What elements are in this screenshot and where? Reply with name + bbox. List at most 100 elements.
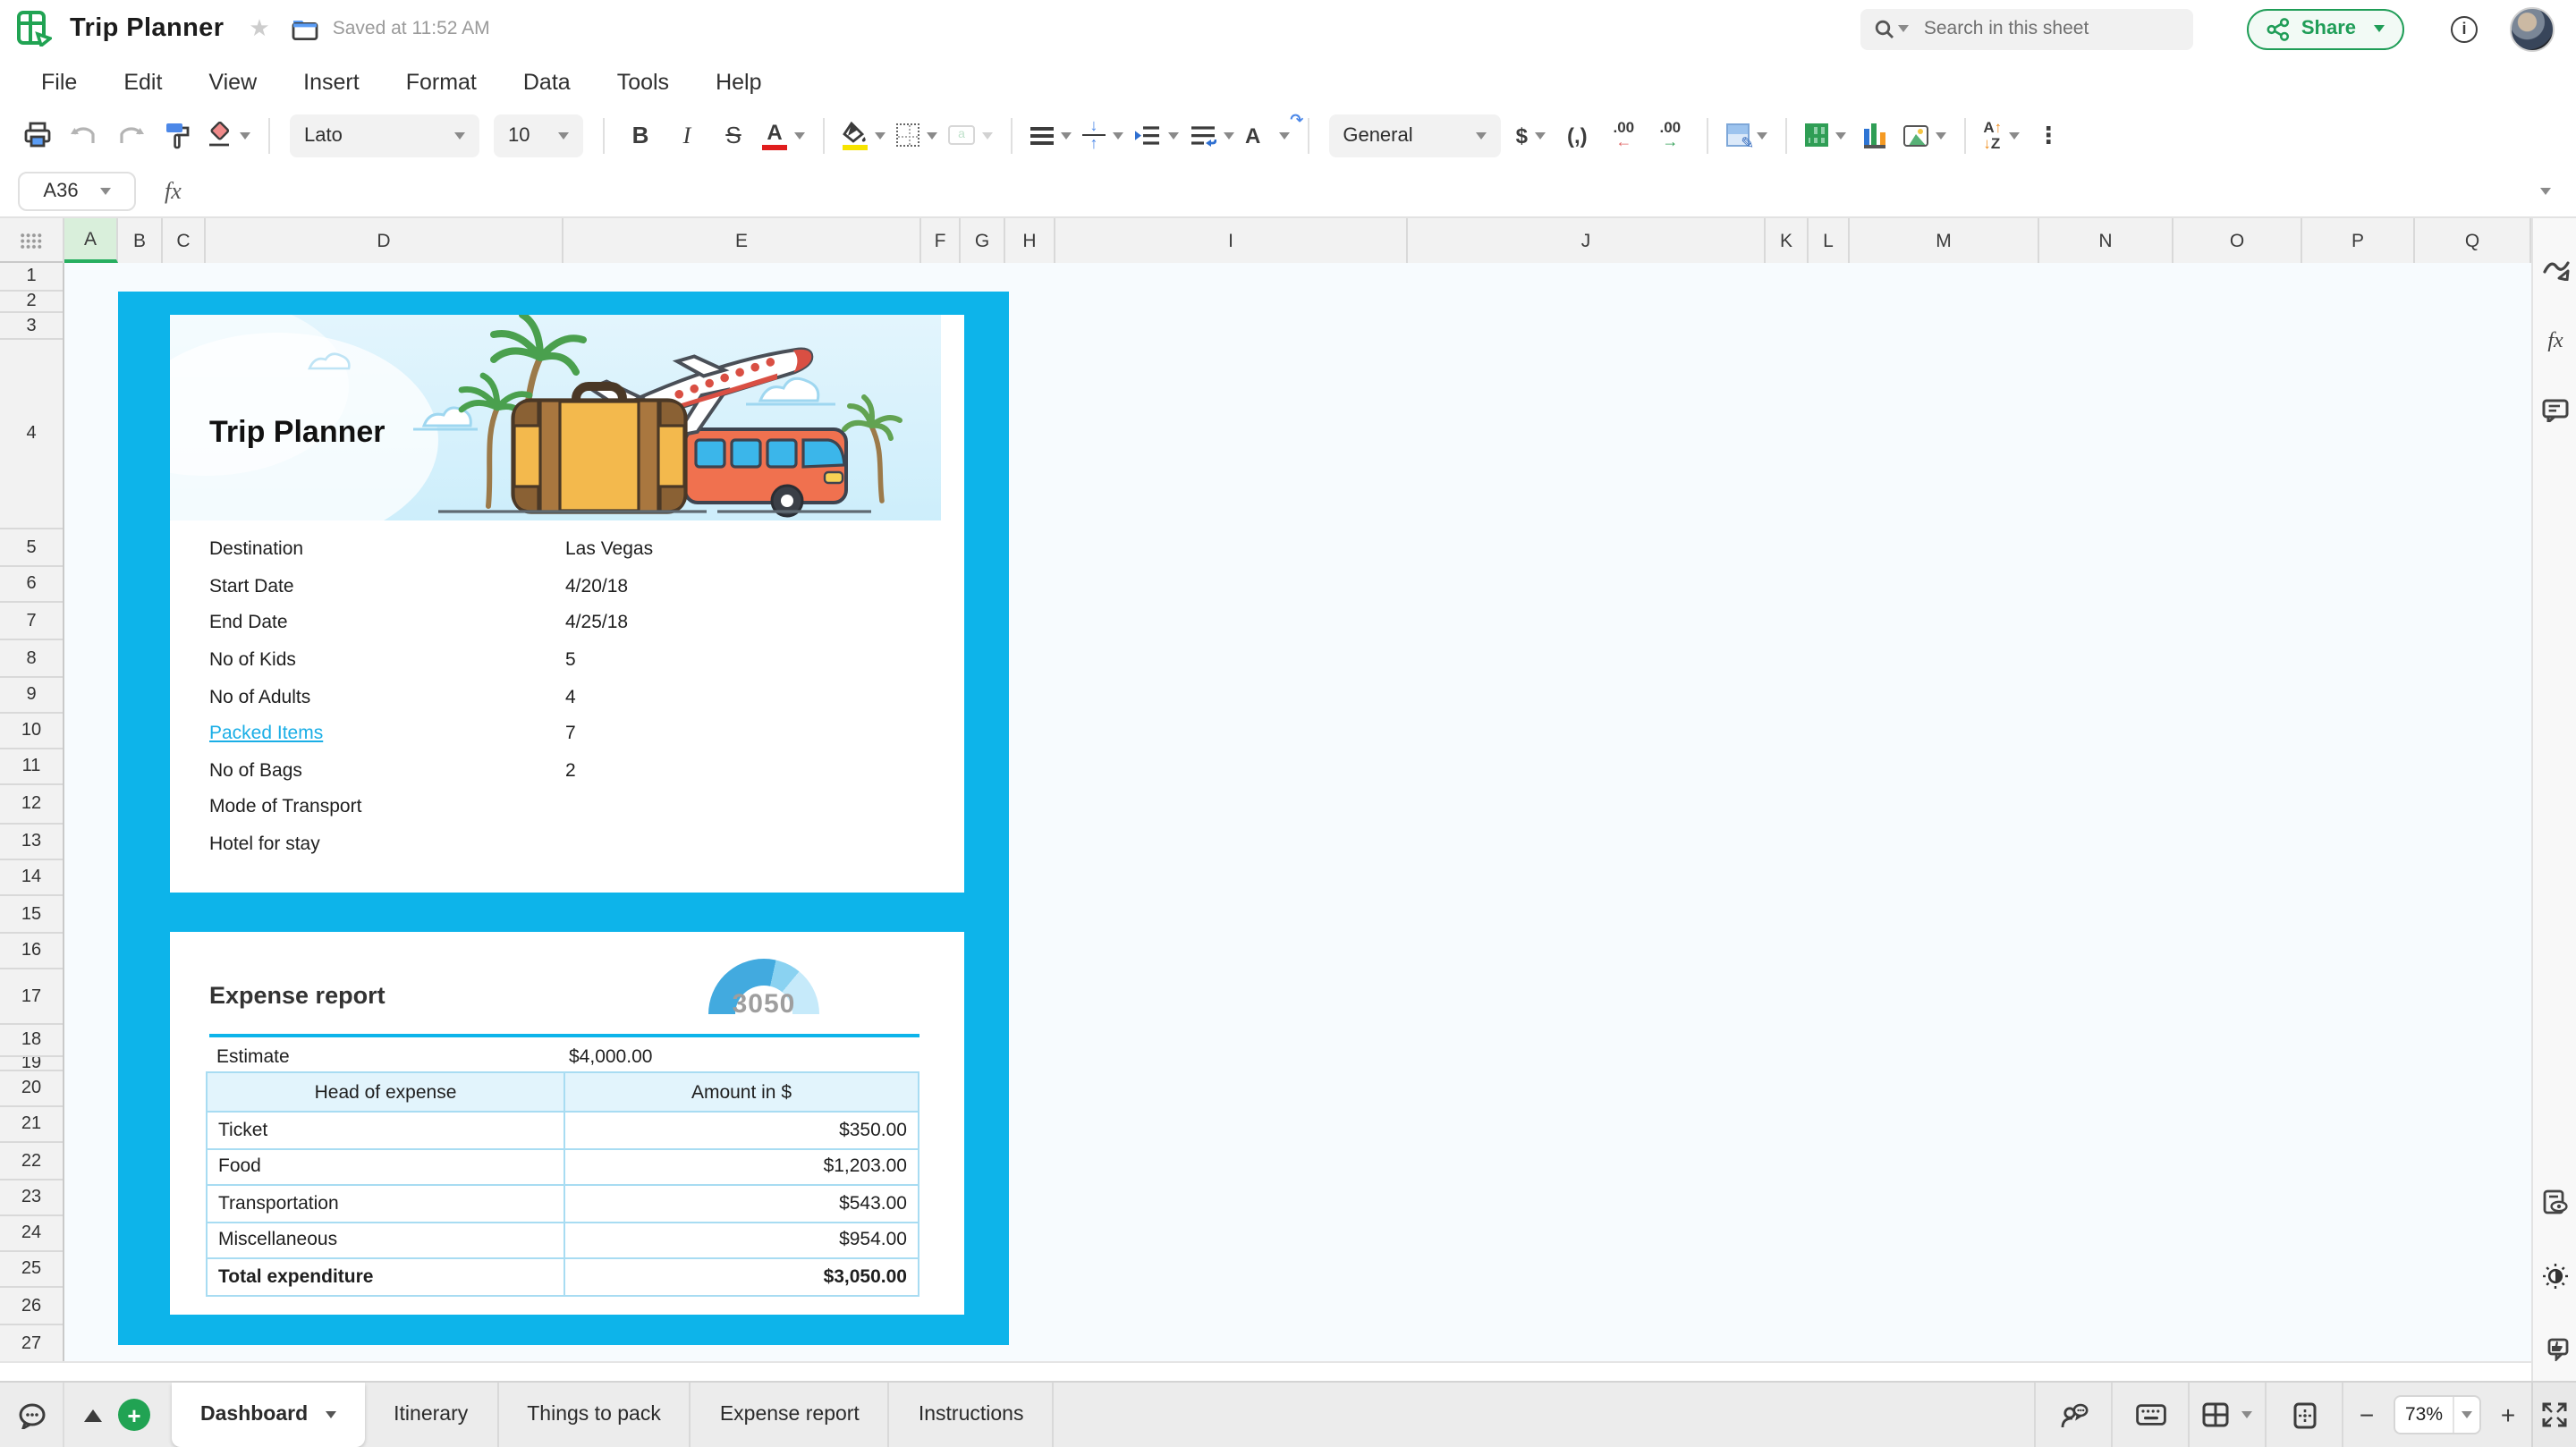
row-header-11[interactable]: 11: [0, 749, 63, 785]
estimate-row[interactable]: Estimate $4,000.00: [216, 1041, 919, 1073]
column-header-J[interactable]: J: [1408, 218, 1766, 263]
horizontal-align-button[interactable]: [1030, 114, 1072, 157]
decrease-decimal-button[interactable]: .00←: [1606, 114, 1641, 157]
insert-image-button[interactable]: [1902, 114, 1945, 157]
menu-insert[interactable]: Insert: [280, 69, 383, 94]
fill-color-button[interactable]: [843, 114, 886, 157]
brightness-toggle-icon[interactable]: [2533, 1257, 2576, 1293]
column-header-P[interactable]: P: [2302, 218, 2415, 263]
row-header-8[interactable]: 8: [0, 640, 63, 678]
expense-label-cell[interactable]: Food: [208, 1149, 565, 1184]
row-header-24[interactable]: 24: [0, 1216, 63, 1252]
estimate-value[interactable]: $4,000.00: [569, 1046, 652, 1068]
menu-tools[interactable]: Tools: [594, 69, 692, 94]
insert-chart-button[interactable]: [1856, 114, 1892, 157]
column-header-B[interactable]: B: [118, 218, 163, 263]
text-rotation-chevron-icon[interactable]: [1278, 131, 1289, 139]
share-button[interactable]: Share: [2248, 8, 2404, 49]
freeze-panes-button[interactable]: [2190, 1383, 2265, 1447]
detail-label[interactable]: Hotel for stay: [209, 834, 565, 855]
preview-panel-icon[interactable]: [2533, 1184, 2576, 1220]
column-header-N[interactable]: N: [2039, 218, 2174, 263]
expense-header-cell[interactable]: Amount in $: [565, 1073, 918, 1111]
name-box-chevron-icon[interactable]: [100, 187, 111, 194]
row-header-17[interactable]: 17: [0, 969, 63, 1025]
column-header-C[interactable]: C: [163, 218, 206, 263]
sheet-tab-itinerary[interactable]: Itinerary: [365, 1383, 498, 1447]
column-header-H[interactable]: H: [1005, 218, 1055, 263]
row-header-14[interactable]: 14: [0, 860, 63, 896]
zoom-level-select[interactable]: 73%: [2394, 1395, 2481, 1434]
detail-label[interactable]: No of Bags: [209, 760, 565, 782]
detail-value[interactable]: 7: [565, 724, 576, 745]
row-header-18[interactable]: 18: [0, 1025, 63, 1057]
clear-format-chevron-icon[interactable]: [240, 131, 250, 139]
info-button[interactable]: i: [2451, 15, 2478, 42]
row-header-10[interactable]: 10: [0, 714, 63, 749]
detail-label[interactable]: Mode of Transport: [209, 797, 565, 818]
detail-label[interactable]: End Date: [209, 613, 565, 634]
expense-label-cell[interactable]: Total expenditure: [208, 1259, 565, 1294]
detail-value[interactable]: 4/20/18: [565, 576, 628, 597]
column-header-K[interactable]: K: [1766, 218, 1809, 263]
row-header-3[interactable]: 3: [0, 313, 63, 340]
sheet-tab-things-to-pack[interactable]: Things to pack: [498, 1383, 691, 1447]
column-header-L[interactable]: L: [1809, 218, 1850, 263]
feedback-icon[interactable]: [2533, 1331, 2576, 1367]
sheet-tab-instructions[interactable]: Instructions: [890, 1383, 1055, 1447]
row-header-15[interactable]: 15: [0, 896, 63, 934]
detail-value[interactable]: Las Vegas: [565, 539, 653, 561]
search-options-chevron-icon[interactable]: [1899, 25, 1910, 32]
formula-input[interactable]: [199, 171, 2533, 210]
sort-button[interactable]: A↑↓Z: [1983, 114, 2020, 157]
menu-format[interactable]: Format: [383, 69, 500, 94]
expense-amount-cell[interactable]: $1,203.00: [565, 1149, 918, 1184]
column-header-F[interactable]: F: [921, 218, 961, 263]
expense-gauge-chart[interactable]: 3050: [708, 959, 819, 1014]
expense-header-cell[interactable]: Head of expense: [208, 1073, 565, 1111]
row-header-25[interactable]: 25: [0, 1252, 63, 1288]
borders-button[interactable]: [896, 114, 937, 157]
column-header-D[interactable]: D: [206, 218, 564, 263]
column-header-A[interactable]: A: [64, 218, 118, 263]
merge-chevron-icon[interactable]: [982, 131, 993, 139]
freeze-chevron-icon[interactable]: [2241, 1411, 2252, 1418]
column-header-E[interactable]: E: [564, 218, 921, 263]
row-header-13[interactable]: 13: [0, 825, 63, 860]
more-tools-button[interactable]: ⋮: [2030, 114, 2066, 157]
function-panel-icon[interactable]: fx: [2533, 322, 2576, 358]
row-header-1[interactable]: 1: [0, 263, 63, 292]
currency-chevron-icon[interactable]: [1535, 131, 1546, 139]
conditional-format-chevron-icon[interactable]: [1756, 131, 1767, 139]
detail-value[interactable]: 4/25/18: [565, 613, 628, 634]
user-avatar[interactable]: [2510, 6, 2555, 51]
table-chevron-icon[interactable]: [1835, 131, 1845, 139]
redo-button[interactable]: [113, 114, 148, 157]
merge-cells-button[interactable]: a: [948, 114, 993, 157]
menu-help[interactable]: Help: [692, 69, 784, 94]
horizontal-scrollbar[interactable]: [0, 1361, 2531, 1381]
sort-chevron-icon[interactable]: [2009, 131, 2020, 139]
row-header-4[interactable]: 4: [0, 340, 63, 529]
row-header-19[interactable]: 19: [0, 1057, 63, 1071]
estimate-label[interactable]: Estimate: [216, 1046, 569, 1068]
detail-value[interactable]: 5: [565, 649, 576, 671]
font-family-select[interactable]: Lato: [290, 114, 479, 157]
chat-icon[interactable]: [0, 1383, 64, 1447]
text-rotation-button[interactable]: A: [1245, 114, 1289, 157]
add-sheet-button[interactable]: +: [118, 1399, 150, 1431]
row-header-7[interactable]: 7: [0, 603, 63, 640]
select-all-corner[interactable]: [0, 218, 64, 263]
expense-label-cell[interactable]: Miscellaneous: [208, 1223, 565, 1257]
undo-button[interactable]: [66, 114, 102, 157]
detail-label-link[interactable]: Packed Items: [209, 724, 565, 745]
detail-label[interactable]: No of Kids: [209, 649, 565, 671]
favorite-star-icon[interactable]: ★: [249, 14, 269, 43]
font-size-select[interactable]: 10: [494, 114, 583, 157]
expense-amount-cell[interactable]: $543.00: [565, 1186, 918, 1221]
row-header-20[interactable]: 20: [0, 1071, 63, 1107]
row-header-6[interactable]: 6: [0, 567, 63, 603]
comments-panel-icon[interactable]: [2533, 392, 2576, 427]
vertical-align-chevron-icon[interactable]: [1113, 131, 1123, 139]
sheet-tab-expense-report[interactable]: Expense report: [691, 1383, 890, 1447]
